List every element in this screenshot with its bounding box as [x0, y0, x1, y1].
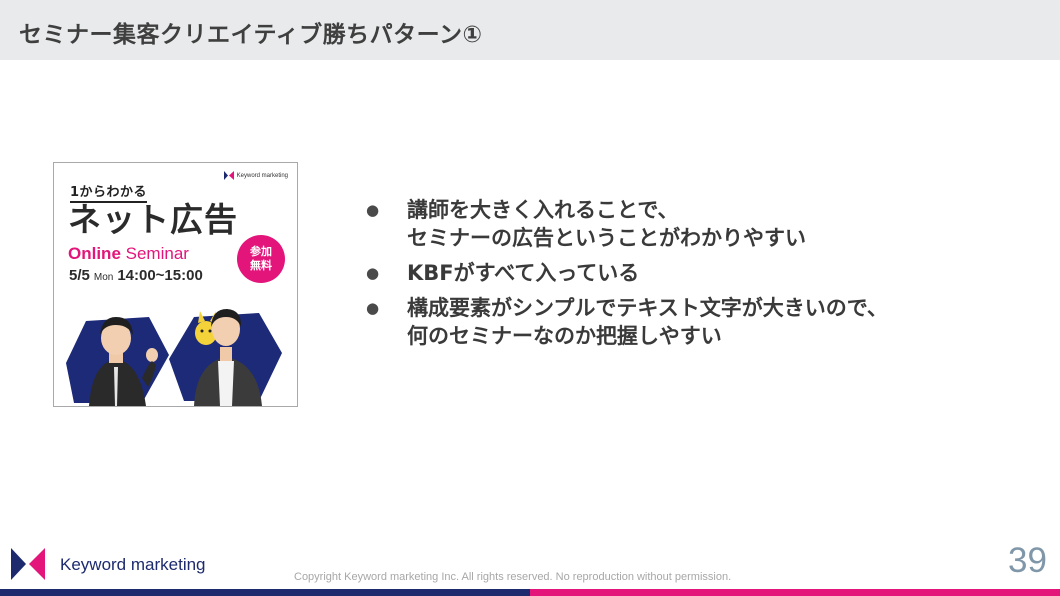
banner-date-value: 5/5	[69, 267, 90, 284]
banner-online-seminar: Online Seminar	[68, 244, 189, 264]
title-bar: セミナー集客クリエイティブ勝ちパターン①	[0, 0, 1060, 60]
bullet-dot-icon: ●	[366, 201, 380, 219]
bullet-dot-icon: ●	[366, 299, 380, 317]
slide-title: セミナー集客クリエイティブ勝ちパターン①	[19, 22, 483, 48]
footer-brand-name: Keyword marketing	[60, 555, 206, 574]
banner-date: 5/5 Mon 14:00~15:00	[69, 267, 203, 284]
brand-mark-icon	[223, 171, 234, 180]
copyright-notice: Copyright Keyword marketing Inc. All rig…	[294, 571, 732, 583]
banner-logo-text: Keyword marketing	[236, 172, 288, 179]
bullet-line: KBFがすべて入っている	[407, 261, 640, 285]
badge-line-1: 参加	[250, 245, 272, 258]
banner-logo: Keyword marketing	[223, 171, 288, 180]
bullet-item: ● KBFがすべて入っている	[366, 259, 1006, 287]
banner-seminar-word: Seminar	[120, 244, 189, 263]
bullet-dot-icon: ●	[366, 264, 380, 282]
seminar-banner-image: Keyword marketing 1からわかる ネット広告 Online Se…	[53, 162, 298, 407]
bullet-line: セミナーの広告ということがわかりやすい	[407, 226, 806, 250]
bullet-item: ● 構成要素がシンプルでテキスト文字が大きいので、 何のセミナーなのか把握しやす…	[366, 294, 1006, 350]
bullet-line: 講師を大きく入れることで、	[407, 198, 679, 222]
banner-day: Mon	[93, 272, 114, 283]
footer-bar-navy	[0, 589, 530, 596]
brand-logo-icon	[11, 548, 45, 580]
bullet-item: ● 講師を大きく入れることで、 セミナーの広告ということがわかりやすい	[366, 196, 1006, 252]
bullet-line: 何のセミナーなのか把握しやすい	[407, 324, 722, 348]
speaker-photos	[66, 309, 282, 406]
page-number: 39	[1008, 541, 1047, 580]
banner-online-word: Online	[68, 244, 121, 263]
badge-line-2: 無料	[250, 259, 272, 272]
banner-main-title: ネット広告	[68, 200, 238, 239]
bullet-list: ● 講師を大きく入れることで、 セミナーの広告ということがわかりやすい ● KB…	[366, 196, 1006, 357]
banner-time: 14:00~15:00	[117, 267, 203, 284]
bullet-line: 構成要素がシンプルでテキスト文字が大きいので、	[407, 296, 888, 320]
free-badge: 参加 無料	[237, 235, 285, 283]
footer-bar-pink	[530, 589, 1060, 596]
